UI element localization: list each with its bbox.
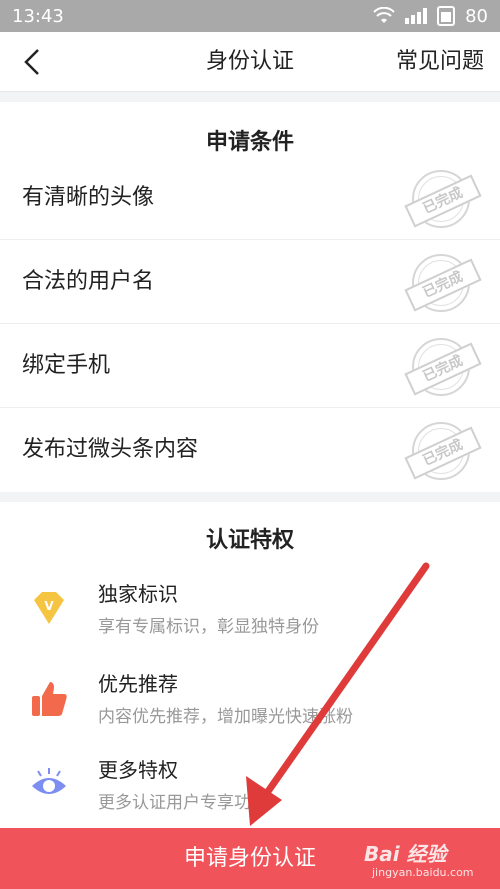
stamp-label: 已完成 (404, 174, 482, 228)
condition-row: 合法的用户名 已完成 (0, 240, 500, 324)
completed-stamp-icon: 已完成 (404, 338, 482, 396)
privilege-desc: 内容优先推荐，增加曝光快速涨粉 (98, 707, 353, 727)
stamp-label: 已完成 (404, 426, 482, 480)
privilege-desc: 更多认证用户专享功能 (98, 793, 268, 813)
privileges-title: 认证特权 (205, 528, 294, 553)
section-divider (0, 92, 500, 102)
privilege-title: 独家标识 (98, 582, 178, 606)
condition-row: 发布过微头条内容 已完成 (0, 408, 500, 492)
privilege-item: 更多特权 更多认证用户专享功能 (0, 750, 500, 830)
stamp-label: 已完成 (404, 258, 482, 312)
status-bar: 13:43 80 (0, 0, 500, 32)
faq-link[interactable]: 常见问题 (396, 32, 484, 92)
conditions-title: 申请条件 (205, 130, 294, 155)
condition-row: 绑定手机 已完成 (0, 324, 500, 408)
battery-icon (437, 6, 456, 26)
privilege-title: 更多特权 (98, 758, 178, 782)
watermark-url: jingyan.baidu.com (372, 866, 474, 879)
completed-stamp-icon: 已完成 (404, 254, 482, 312)
thumbs-up-icon (32, 682, 67, 716)
watermark-brand: Bai 经验 (364, 842, 447, 866)
eye-icon (32, 768, 66, 794)
signal-icon (405, 8, 428, 24)
privilege-desc: 享有专属标识，彰显独特身份 (98, 617, 319, 637)
status-time: 13:43 (12, 5, 64, 27)
diamond-v-icon: V (34, 592, 64, 624)
stamp-label: 已完成 (404, 342, 482, 396)
baidu-jingyan-watermark: Bai 经验 jingyan.baidu.com (364, 832, 494, 886)
condition-label: 发布过微头条内容 (22, 437, 199, 462)
completed-stamp-icon: 已完成 (404, 422, 482, 480)
privilege-title: 优先推荐 (98, 672, 178, 696)
completed-stamp-icon: 已完成 (404, 170, 482, 228)
wifi-icon (373, 7, 395, 23)
privilege-item: V 独家标识 享有专属标识，彰显独特身份 (0, 574, 500, 654)
status-icons: 80 (373, 6, 488, 27)
back-icon[interactable] (14, 44, 50, 80)
battery-level: 80 (465, 5, 488, 27)
condition-label: 绑定手机 (22, 353, 111, 378)
condition-row: 有清晰的头像 已完成 (0, 156, 500, 240)
section-divider (0, 492, 500, 502)
condition-label: 合法的用户名 (22, 269, 155, 294)
privilege-item: 优先推荐 内容优先推荐，增加曝光快速涨粉 (0, 664, 500, 744)
svg-text:V: V (44, 599, 54, 613)
condition-label: 有清晰的头像 (22, 185, 155, 210)
nav-bar: 身份认证 常见问题 (0, 32, 500, 92)
